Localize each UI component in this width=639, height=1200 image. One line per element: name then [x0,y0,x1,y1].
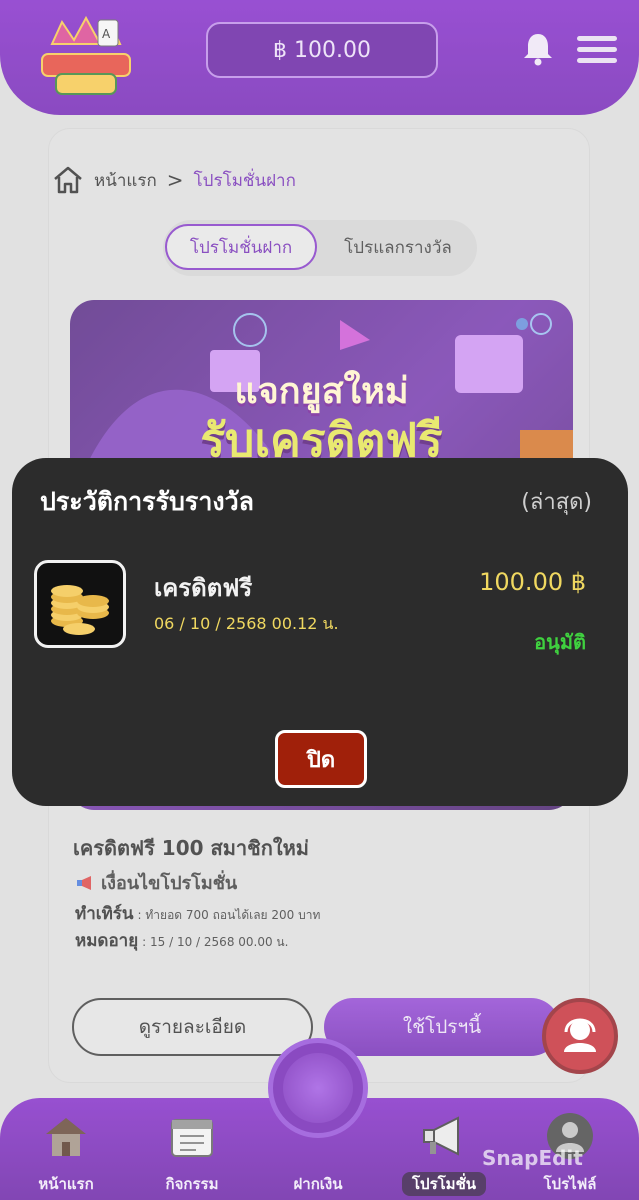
modal-subtitle: (ล่าสุด) [521,490,592,515]
reward-date: 06 / 10 / 2568 00.12 น. [154,614,339,633]
close-button[interactable]: ปิด [275,730,367,788]
modal-title: ประวัติการรับรางวัล [40,487,254,516]
coins-icon [34,560,126,648]
reward-status-badge: อนุมัติ [534,630,586,654]
reward-amount: 100.00 ฿ [479,568,586,596]
reward-history-modal: ประวัติการรับรางวัล (ล่าสุด) เครดิตฟรี 0… [12,458,628,806]
reward-name: เครดิตฟรี [154,574,253,602]
